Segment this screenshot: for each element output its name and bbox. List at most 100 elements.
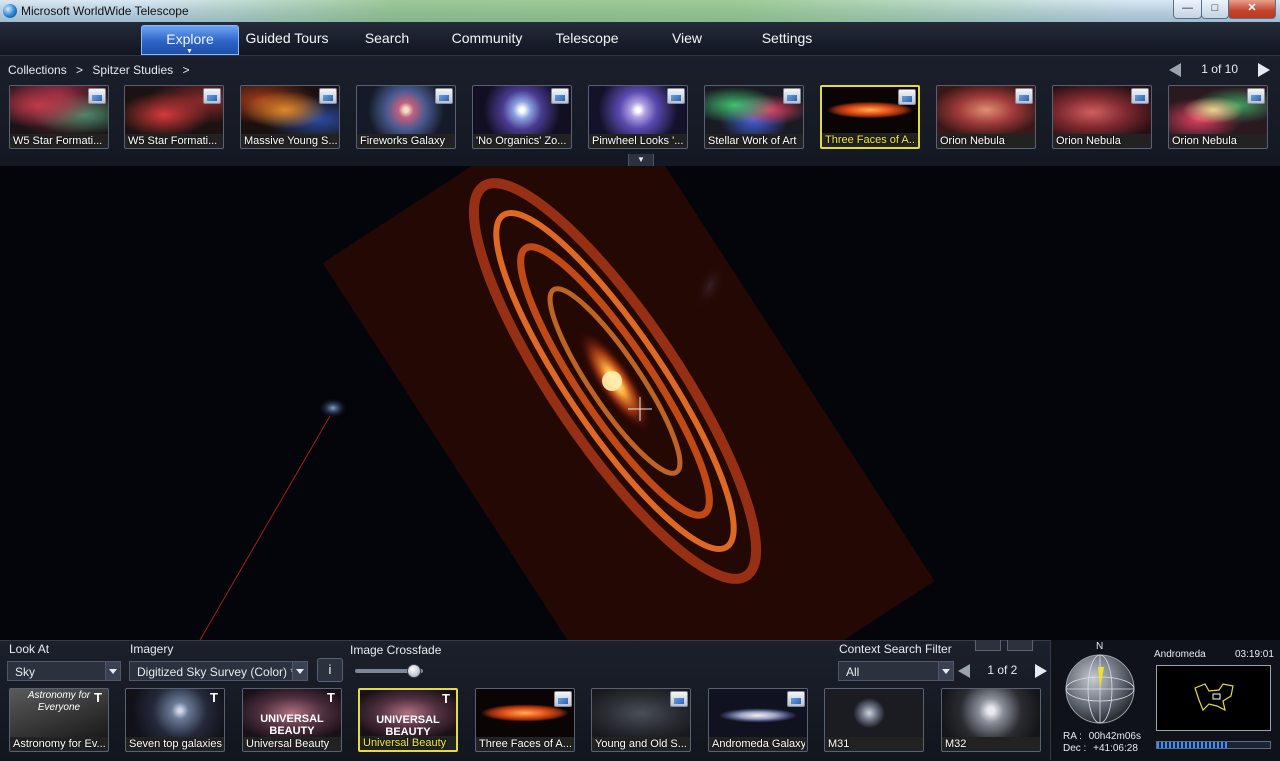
thumb-label: 'No Organics' Zo... (476, 135, 567, 147)
look-at-value: Sky (15, 665, 36, 679)
breadcrumb-collections[interactable]: Collections (8, 63, 67, 77)
close-button[interactable]: ✕ (1228, 0, 1276, 19)
imagery-dropdown[interactable]: Digitized Sky Survey (Color) * (129, 661, 308, 681)
time-progress-fill (1157, 742, 1228, 748)
thumb-label: Massive Young S... (244, 135, 337, 147)
breadcrumb-separator: > (182, 63, 190, 77)
breadcrumb-separator: > (76, 63, 84, 77)
crossfade-slider-thumb[interactable] (406, 664, 421, 678)
thumb-label: Seven top galaxies (129, 738, 222, 750)
next-page-arrow-icon[interactable] (1034, 663, 1047, 678)
thumb-universal-beauty-2[interactable]: UNIVERSAL BEAUTY T Universal Beauty (358, 688, 458, 752)
dec-label: Dec : (1063, 743, 1087, 754)
menu-telescope[interactable]: Telescope (539, 25, 635, 53)
context-filter-dropdown[interactable]: All (838, 661, 954, 681)
menu-explore[interactable]: Explore ▼ (141, 25, 239, 55)
prev-page-arrow-icon[interactable] (958, 663, 970, 678)
thumb-pinwheel-looks[interactable]: Pinwheel Looks '... (588, 85, 688, 149)
main-menu: Explore ▼ Guided Tours Search Community … (0, 22, 1280, 56)
tour-icon: T (327, 690, 335, 705)
tour-icon: T (94, 690, 102, 705)
minimize-button[interactable]: — (1173, 0, 1202, 19)
look-at-label: Look At (9, 642, 50, 656)
thumb-three-faces-of-andromeda-context[interactable]: Three Faces of A... (475, 688, 575, 752)
thumb-seven-top-galaxies[interactable]: T Seven top galaxies (125, 688, 225, 752)
image-icon (1247, 88, 1265, 104)
dropdown-arrow-icon (292, 662, 307, 680)
thumb-label: Pinwheel Looks '... (592, 135, 684, 147)
tour-cover-text: UNIVERSAL BEAUTY (376, 714, 440, 738)
tour-icon: T (442, 691, 450, 706)
thumb-label: Fireworks Galaxy (360, 135, 445, 147)
thumb-label: Andromeda Galaxy (712, 738, 805, 750)
thumb-astronomy-for-everyone[interactable]: Astronomy for Everyone T Astronomy for E… (9, 688, 109, 752)
breadcrumb: Collections > Spitzer Studies > (8, 63, 195, 77)
breadcrumb-spitzer-studies[interactable]: Spitzer Studies (92, 63, 173, 77)
ra-value: 00h42m06s (1088, 731, 1141, 742)
image-icon (1131, 88, 1149, 104)
thumb-label: W5 Star Formati... (13, 135, 103, 147)
thumb-m31[interactable]: M31 (824, 688, 924, 752)
thumb-young-and-old-stars[interactable]: Young and Old S... (591, 688, 691, 752)
menu-guided-tours[interactable]: Guided Tours (239, 25, 335, 53)
image-icon (203, 88, 221, 104)
thumb-label: Orion Nebula (940, 135, 1005, 147)
thumb-m32[interactable]: M32 (941, 688, 1041, 752)
thumb-andromeda-galaxy[interactable]: Andromeda Galaxy (708, 688, 808, 752)
thumb-orion-nebula-2[interactable]: Orion Nebula (1052, 85, 1152, 149)
bottom-pager: 1 of 2 (958, 663, 1047, 678)
caret-down-icon: ▼ (186, 48, 193, 55)
dec-readout: Dec : +41:06:28 (1063, 743, 1138, 754)
tour-icon: T (210, 690, 218, 705)
compass-globe-icon[interactable] (1064, 653, 1136, 725)
menu-view[interactable]: View (639, 25, 735, 53)
image-icon (670, 691, 688, 707)
background-galaxy (319, 398, 347, 418)
image-icon (1015, 88, 1033, 104)
menu-search[interactable]: Search (339, 25, 435, 53)
dropdown-arrow-icon (938, 662, 953, 680)
thumb-orion-nebula-1[interactable]: Orion Nebula (936, 85, 1036, 149)
app-globe-icon (3, 4, 17, 18)
thumb-w5-star-formation-1[interactable]: W5 Star Formati... (9, 85, 109, 149)
tour-cover-text: Astronomy for Everyone (27, 690, 91, 713)
scroll-up-button[interactable] (975, 640, 1001, 651)
constellation-line (199, 415, 331, 640)
thumb-no-organics-zone[interactable]: 'No Organics' Zo... (472, 85, 572, 149)
thumb-label: Young and Old S... (595, 738, 687, 750)
image-icon (88, 88, 106, 104)
thumb-label: Orion Nebula (1056, 135, 1121, 147)
info-button[interactable]: i (317, 658, 343, 682)
menu-settings[interactable]: Settings (739, 25, 835, 53)
tour-cover-text: UNIVERSAL BEAUTY (260, 713, 324, 737)
sky-view[interactable] (0, 166, 1280, 640)
crossfade-label: Image Crossfade (350, 643, 442, 657)
thumb-label: Three Faces of A... (479, 738, 572, 750)
image-icon (783, 88, 801, 104)
image-icon (898, 89, 916, 105)
imagery-label: Imagery (130, 642, 174, 656)
thumb-fireworks-galaxy[interactable]: Fireworks Galaxy (356, 85, 456, 149)
image-icon (667, 88, 685, 104)
thumb-w5-star-formation-2[interactable]: W5 Star Formati... (124, 85, 224, 149)
top-pager-text: 1 of 10 (1201, 62, 1238, 76)
menu-community[interactable]: Community (439, 25, 535, 53)
clock-time[interactable]: 03:19:01 (1235, 649, 1274, 660)
next-page-arrow-icon[interactable] (1258, 62, 1270, 77)
thumb-universal-beauty-1[interactable]: UNIVERSAL BEAUTY T Universal Beauty (242, 688, 342, 752)
constellation-minimap[interactable] (1156, 665, 1271, 731)
prev-page-arrow-icon[interactable] (1169, 62, 1182, 77)
context-filter-label: Context Search Filter (839, 642, 952, 656)
title-bar: Microsoft WorldWide Telescope — □ ✕ (0, 0, 1280, 22)
thumb-massive-young-stars[interactable]: Massive Young S... (240, 85, 340, 149)
scroll-down-button[interactable] (1007, 640, 1033, 651)
image-icon (787, 691, 805, 707)
thumb-label: M32 (945, 738, 967, 750)
thumb-three-faces-of-andromeda[interactable]: Three Faces of A... (820, 85, 920, 149)
bottom-pager-text: 1 of 2 (987, 663, 1018, 677)
look-at-dropdown[interactable]: Sky (7, 661, 121, 681)
maximize-button[interactable]: □ (1201, 0, 1229, 19)
thumb-orion-nebula-3[interactable]: Orion Nebula (1168, 85, 1268, 149)
imagery-value: Digitized Sky Survey (Color) * (137, 665, 296, 679)
thumb-stellar-work-of-art[interactable]: Stellar Work of Art (704, 85, 804, 149)
